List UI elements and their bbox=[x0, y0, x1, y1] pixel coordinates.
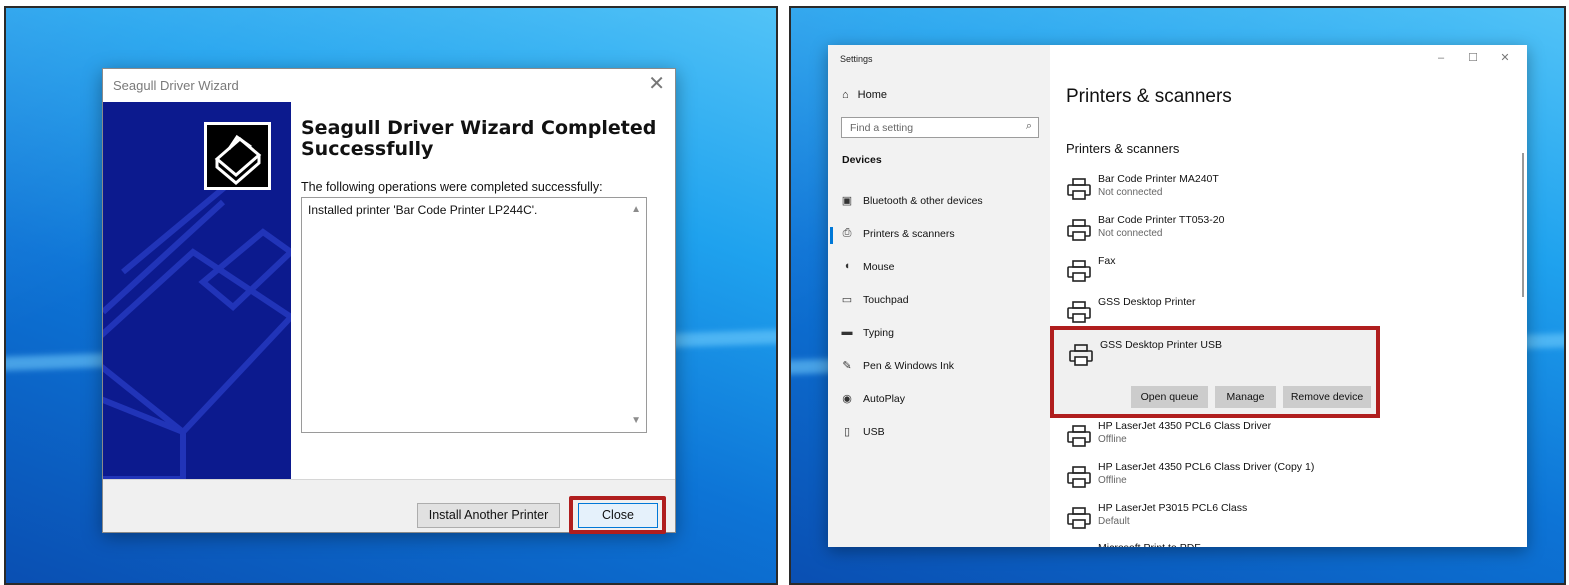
printer-name: Bar Code Printer TT053-20 bbox=[1098, 214, 1225, 226]
operations-log-line: Installed printer 'Bar Code Printer LP24… bbox=[308, 203, 538, 217]
scroll-up-icon[interactable]: ▲ bbox=[631, 204, 641, 215]
page-title: Printers & scanners bbox=[1066, 86, 1232, 107]
close-window-icon[interactable]: ✕ bbox=[1489, 51, 1521, 64]
sidebar-item[interactable]: ▣ Bluetooth & other devices bbox=[828, 192, 1050, 214]
wizard-title: Seagull Driver Wizard bbox=[113, 78, 239, 93]
sidebar-home-label: Home bbox=[857, 89, 887, 101]
maximize-icon[interactable]: ☐ bbox=[1457, 51, 1489, 64]
close-button[interactable]: Close bbox=[578, 503, 658, 528]
touchpad-icon: ▭ bbox=[841, 294, 853, 306]
sidebar-item[interactable]: ◖ Mouse bbox=[828, 258, 1050, 280]
main-scrollbar[interactable] bbox=[1522, 153, 1524, 297]
seagull-driver-wizard-window: Seagull Driver Wizard ✕ Seagull Driver W… bbox=[102, 68, 676, 534]
usb-icon: ▯ bbox=[843, 426, 851, 438]
printer-list-item[interactable]: GSS Desktop Printer USB bbox=[1068, 339, 1508, 377]
left-screenshot-panel: Seagull Driver Wizard ✕ Seagull Driver W… bbox=[4, 6, 778, 585]
search-placeholder: Find a setting bbox=[850, 122, 914, 134]
sidebar-item-label: Touchpad bbox=[863, 294, 909, 306]
printer-list-item[interactable]: Bar Code Printer MA240T Not connected bbox=[1066, 173, 1506, 211]
printer-name: HP LaserJet 4350 PCL6 Class Driver (Copy… bbox=[1098, 461, 1315, 473]
operations-log-textarea[interactable]: Installed printer 'Bar Code Printer LP24… bbox=[301, 197, 647, 433]
sidebar-item[interactable]: ✎ Pen & Windows Ink bbox=[828, 357, 1050, 379]
wizard-titlebar: Seagull Driver Wizard ✕ bbox=[103, 69, 675, 102]
printer-icon bbox=[1066, 299, 1092, 325]
printer-icon bbox=[1066, 505, 1092, 531]
bluetooth-devices-icon: ▣ bbox=[841, 195, 853, 207]
sidebar-item[interactable]: ◉ AutoPlay bbox=[828, 390, 1050, 412]
printer-icon bbox=[1066, 545, 1092, 547]
printer-icon bbox=[1066, 423, 1092, 449]
wizard-side-banner bbox=[103, 102, 291, 479]
printer-name: HP LaserJet 4350 PCL6 Class Driver bbox=[1098, 420, 1272, 432]
mouse-icon: ◖ bbox=[843, 260, 851, 272]
printer-status: Offline bbox=[1098, 434, 1127, 445]
sidebar-item-label: Typing bbox=[863, 327, 894, 339]
sidebar-item-label: USB bbox=[863, 426, 885, 438]
manage-button[interactable]: Manage bbox=[1215, 386, 1276, 408]
close-icon[interactable]: ✕ bbox=[648, 74, 665, 94]
settings-sidebar: Settings ⌂ Home Find a setting ⌕ Devices … bbox=[828, 45, 1050, 547]
window-controls: – ☐ ✕ bbox=[1425, 51, 1521, 64]
printer-list-item[interactable]: Bar Code Printer TT053-20 Not connected bbox=[1066, 214, 1506, 252]
sidebar-item[interactable]: ▭ Touchpad bbox=[828, 291, 1050, 313]
printer-name: GSS Desktop Printer USB bbox=[1100, 339, 1222, 351]
sidebar-item-label: Bluetooth & other devices bbox=[863, 195, 983, 207]
wizard-heading: Seagull Driver Wizard Completed Successf… bbox=[301, 117, 657, 160]
settings-window: Settings ⌂ Home Find a setting ⌕ Devices … bbox=[828, 45, 1527, 547]
settings-app-title: Settings bbox=[840, 54, 873, 64]
sidebar-item-label: Mouse bbox=[863, 261, 895, 273]
search-icon: ⌕ bbox=[1025, 120, 1032, 132]
sidebar-section-devices: Devices bbox=[842, 154, 882, 166]
printer-list-item[interactable]: Microsoft Print to PDF bbox=[1066, 542, 1506, 547]
wizard-footer-divider bbox=[103, 479, 675, 480]
sidebar-item-label: Pen & Windows Ink bbox=[863, 360, 955, 372]
close-button-highlight: Close bbox=[569, 496, 666, 534]
printer-icon: ⎙ bbox=[842, 227, 852, 239]
install-another-printer-button[interactable]: Install Another Printer bbox=[417, 503, 560, 528]
printer-status: Not connected bbox=[1098, 187, 1163, 198]
scroll-down-icon[interactable]: ▼ bbox=[631, 415, 641, 426]
printer-icon bbox=[1068, 342, 1094, 368]
selected-printer-highlight: GSS Desktop Printer USB Open queue Manage R… bbox=[1050, 326, 1380, 418]
sidebar-item[interactable]: ▬ Typing bbox=[828, 324, 1050, 346]
printer-status: Offline bbox=[1098, 475, 1127, 486]
wizard-subheading: The following operations were completed … bbox=[301, 180, 603, 194]
settings-search-input[interactable]: Find a setting ⌕ bbox=[841, 117, 1039, 138]
sidebar-item[interactable]: ▯ USB bbox=[828, 423, 1050, 445]
printer-icon bbox=[1066, 176, 1092, 202]
printer-status: Default bbox=[1098, 516, 1130, 527]
printer-icon bbox=[1066, 258, 1092, 284]
printer-list-item[interactable]: HP LaserJet 4350 PCL6 Class Driver (Copy… bbox=[1066, 461, 1506, 499]
printer-logo-icon bbox=[204, 122, 271, 190]
printers-section-title: Printers & scanners bbox=[1066, 141, 1180, 156]
settings-main-pane: – ☐ ✕ Printers & scanners Printers & scann… bbox=[1050, 45, 1527, 547]
sidebar-home-link[interactable]: ⌂ Home bbox=[842, 89, 887, 101]
open-queue-button[interactable]: Open queue bbox=[1131, 386, 1208, 408]
home-icon: ⌂ bbox=[842, 89, 849, 101]
sidebar-item[interactable]: ⎙ Printers & scanners bbox=[828, 225, 1050, 247]
keyboard-icon: ▬ bbox=[841, 326, 853, 338]
printer-list-item[interactable]: Fax bbox=[1066, 255, 1506, 293]
minimize-icon[interactable]: – bbox=[1425, 52, 1457, 64]
printer-icon bbox=[1066, 464, 1092, 490]
printer-name: Fax bbox=[1098, 255, 1116, 267]
pen-icon: ✎ bbox=[842, 360, 852, 372]
right-screenshot-panel: Settings ⌂ Home Find a setting ⌕ Devices … bbox=[789, 6, 1566, 585]
remove-device-button[interactable]: Remove device bbox=[1283, 386, 1371, 408]
printer-icon bbox=[1066, 217, 1092, 243]
printer-status: Not connected bbox=[1098, 228, 1163, 239]
printer-name: GSS Desktop Printer bbox=[1098, 296, 1196, 308]
sidebar-item-label: AutoPlay bbox=[863, 393, 906, 405]
printer-list-item[interactable]: HP LaserJet P3015 PCL6 Class Default bbox=[1066, 502, 1506, 540]
sidebar-item-label: Printers & scanners bbox=[863, 228, 955, 240]
printer-name: HP LaserJet P3015 PCL6 Class bbox=[1098, 502, 1248, 514]
wizard-body: Seagull Driver Wizard Completed Successf… bbox=[103, 102, 675, 479]
printer-list-item[interactable]: HP LaserJet 4350 PCL6 Class Driver Offlin… bbox=[1066, 420, 1506, 458]
printer-name: Bar Code Printer MA240T bbox=[1098, 173, 1219, 185]
autoplay-icon: ◉ bbox=[842, 393, 852, 405]
printer-name: Microsoft Print to PDF bbox=[1098, 542, 1201, 547]
